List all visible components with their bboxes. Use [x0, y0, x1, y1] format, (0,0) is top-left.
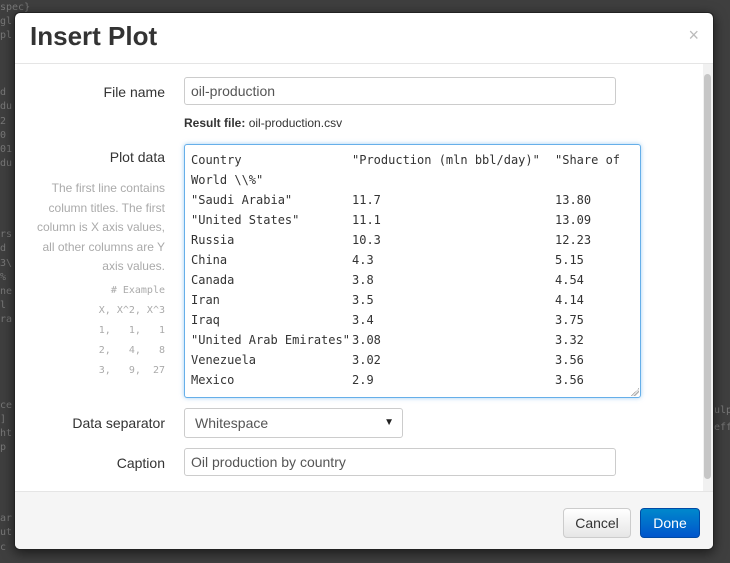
- plot-data-cell: 4.14: [555, 293, 584, 307]
- background-code-line: l: [0, 300, 7, 312]
- dialog-header: Insert Plot ×: [15, 13, 713, 64]
- plot-data-textarea[interactable]: Country "Production (mln bbl/day)" "Share …: [184, 144, 641, 398]
- background-code-line: ne: [0, 286, 13, 297]
- plot-data-cell: 10.3: [352, 233, 381, 247]
- plot-data-row: World \\%": [191, 170, 634, 190]
- plot-data-row: Mexico 2.9 3.56: [191, 370, 634, 390]
- background-code-line: ce: [0, 399, 13, 411]
- plot-data-label: Plot data: [109, 149, 165, 165]
- plot-data-cell: 3.8: [352, 273, 374, 287]
- plot-data-row: "United States" 11.1 13.09: [191, 210, 634, 230]
- plot-data-cell: World \\%": [191, 173, 264, 187]
- plot-data-cell: Canada: [191, 273, 235, 287]
- plot-data-row: Russia 10.3 12.23: [191, 230, 634, 250]
- background-code-line: ht: [0, 428, 13, 439]
- caption-label: Caption: [116, 455, 165, 471]
- background-code-line: ut: [0, 527, 13, 539]
- done-button[interactable]: Done: [640, 508, 700, 538]
- background-code-line: 3\: [0, 257, 13, 269]
- file-name-label: File name: [103, 84, 165, 100]
- background-code-line: d: [0, 87, 7, 99]
- plot-data-cell: 3.56: [555, 373, 584, 387]
- plot-data-cell: 13.09: [555, 213, 592, 227]
- plot-data-cell: Iran: [191, 293, 220, 307]
- plot-data-cell: 3.08: [352, 333, 381, 347]
- dropdown-arrow-icon: ▼: [384, 417, 394, 428]
- background-code-line: p: [0, 442, 7, 454]
- dialog-title: Insert Plot: [30, 21, 158, 51]
- plot-data-cell: 4.3: [352, 253, 374, 267]
- result-file-label: Result file:: [184, 116, 246, 130]
- plot-data-cell: Russia: [191, 233, 235, 247]
- background-code-line: d: [0, 243, 7, 255]
- plot-data-cell: "Saudi Arabia": [191, 193, 293, 207]
- plot-data-cell: 13.80: [555, 193, 592, 207]
- plot-data-cell: 2.9: [352, 373, 374, 387]
- insert-plot-dialog: Insert Plot × File name Result file: oil…: [14, 12, 714, 550]
- background-code-line: ulp: [714, 405, 730, 416]
- background-code-line: %: [0, 271, 7, 283]
- plot-data-cell: 11.1: [352, 213, 381, 227]
- background-code-line: 2: [0, 115, 7, 127]
- plot-data-cell: "Production (mln bbl/day)": [352, 153, 540, 167]
- plot-data-cell: 3.5: [352, 293, 374, 307]
- background-code-line: ar: [0, 513, 13, 525]
- plot-data-cell: 12.23: [555, 233, 592, 247]
- result-file-value: oil-production.csv: [248, 116, 343, 130]
- background-code-line: ra: [0, 314, 13, 326]
- file-name-input[interactable]: [184, 77, 616, 105]
- dialog-footer: Cancel Done: [15, 491, 713, 549]
- plot-data-cell: Mexico: [191, 373, 235, 387]
- plot-data-row: China 4.3 5.15: [191, 250, 634, 270]
- background-code-line: du: [0, 158, 13, 170]
- plot-data-row: Country "Production (mln bbl/day)" "Share …: [191, 150, 634, 170]
- plot-data-cell: Venezuela: [191, 353, 257, 367]
- background-code-line: du: [0, 101, 13, 113]
- plot-data-help: The first line contains column titles. T…: [36, 181, 165, 273]
- plot-data-row: "United Arab Emirates" 3.08 3.32: [191, 330, 634, 350]
- background-code-line: rs: [0, 229, 13, 241]
- plot-data-cell: 4.54: [555, 273, 584, 287]
- plot-data-cell: 3.4: [352, 313, 374, 327]
- plot-data-cell: 3.56: [555, 353, 584, 367]
- data-separator-label: Data separator: [72, 415, 165, 431]
- plot-data-example: # Example X, X^2, X^3 1, 1, 1 2, 4, 8 3,…: [98, 285, 165, 376]
- close-icon[interactable]: ×: [688, 25, 699, 46]
- background-code-line: gl: [0, 16, 13, 28]
- background-code-line: ]: [0, 413, 7, 425]
- background-code-line: pl: [0, 30, 13, 42]
- plot-data-cell: 3.02: [352, 353, 381, 367]
- plot-data-cell: China: [191, 253, 228, 267]
- plot-data-cell: "United Arab Emirates": [191, 333, 350, 347]
- plot-data-row: Iran 3.5 4.14: [191, 290, 634, 310]
- result-file: Result file: oil-production.csv: [184, 116, 342, 130]
- scrollbar-thumb[interactable]: [704, 74, 711, 479]
- background-code-line: 0: [0, 129, 7, 141]
- plot-data-cell: 3.75: [555, 313, 584, 327]
- plot-data-row: "Saudi Arabia" 11.7 13.80: [191, 190, 634, 210]
- background-code-line: c: [0, 541, 7, 553]
- plot-data-cell: 11.7: [352, 193, 381, 207]
- data-separator-value: Whitespace: [195, 415, 269, 431]
- plot-data-cell: Country: [191, 153, 242, 167]
- plot-data-cell: 3.32: [555, 333, 584, 347]
- plot-data-cell: 5.15: [555, 253, 584, 267]
- plot-data-cell: "Share of: [555, 153, 621, 167]
- background-code-line: 01: [0, 144, 13, 155]
- plot-data-row: Venezuela 3.02 3.56: [191, 350, 634, 370]
- caption-input[interactable]: [184, 448, 616, 476]
- plot-data-cell: "United States": [191, 213, 300, 227]
- plot-data-row: Iraq 3.4 3.75: [191, 310, 634, 330]
- cancel-button[interactable]: Cancel: [563, 508, 631, 538]
- dialog-scrollbar[interactable]: [703, 64, 713, 491]
- dialog-body: File name Result file: oil-production.cs…: [15, 64, 705, 491]
- data-separator-select[interactable]: Whitespace ▼: [184, 408, 403, 438]
- plot-data-row: Canada 3.8 4.54: [191, 270, 634, 290]
- resize-handle[interactable]: [631, 388, 639, 396]
- plot-data-cell: Iraq: [191, 313, 220, 327]
- background-code-line: eff: [714, 422, 730, 433]
